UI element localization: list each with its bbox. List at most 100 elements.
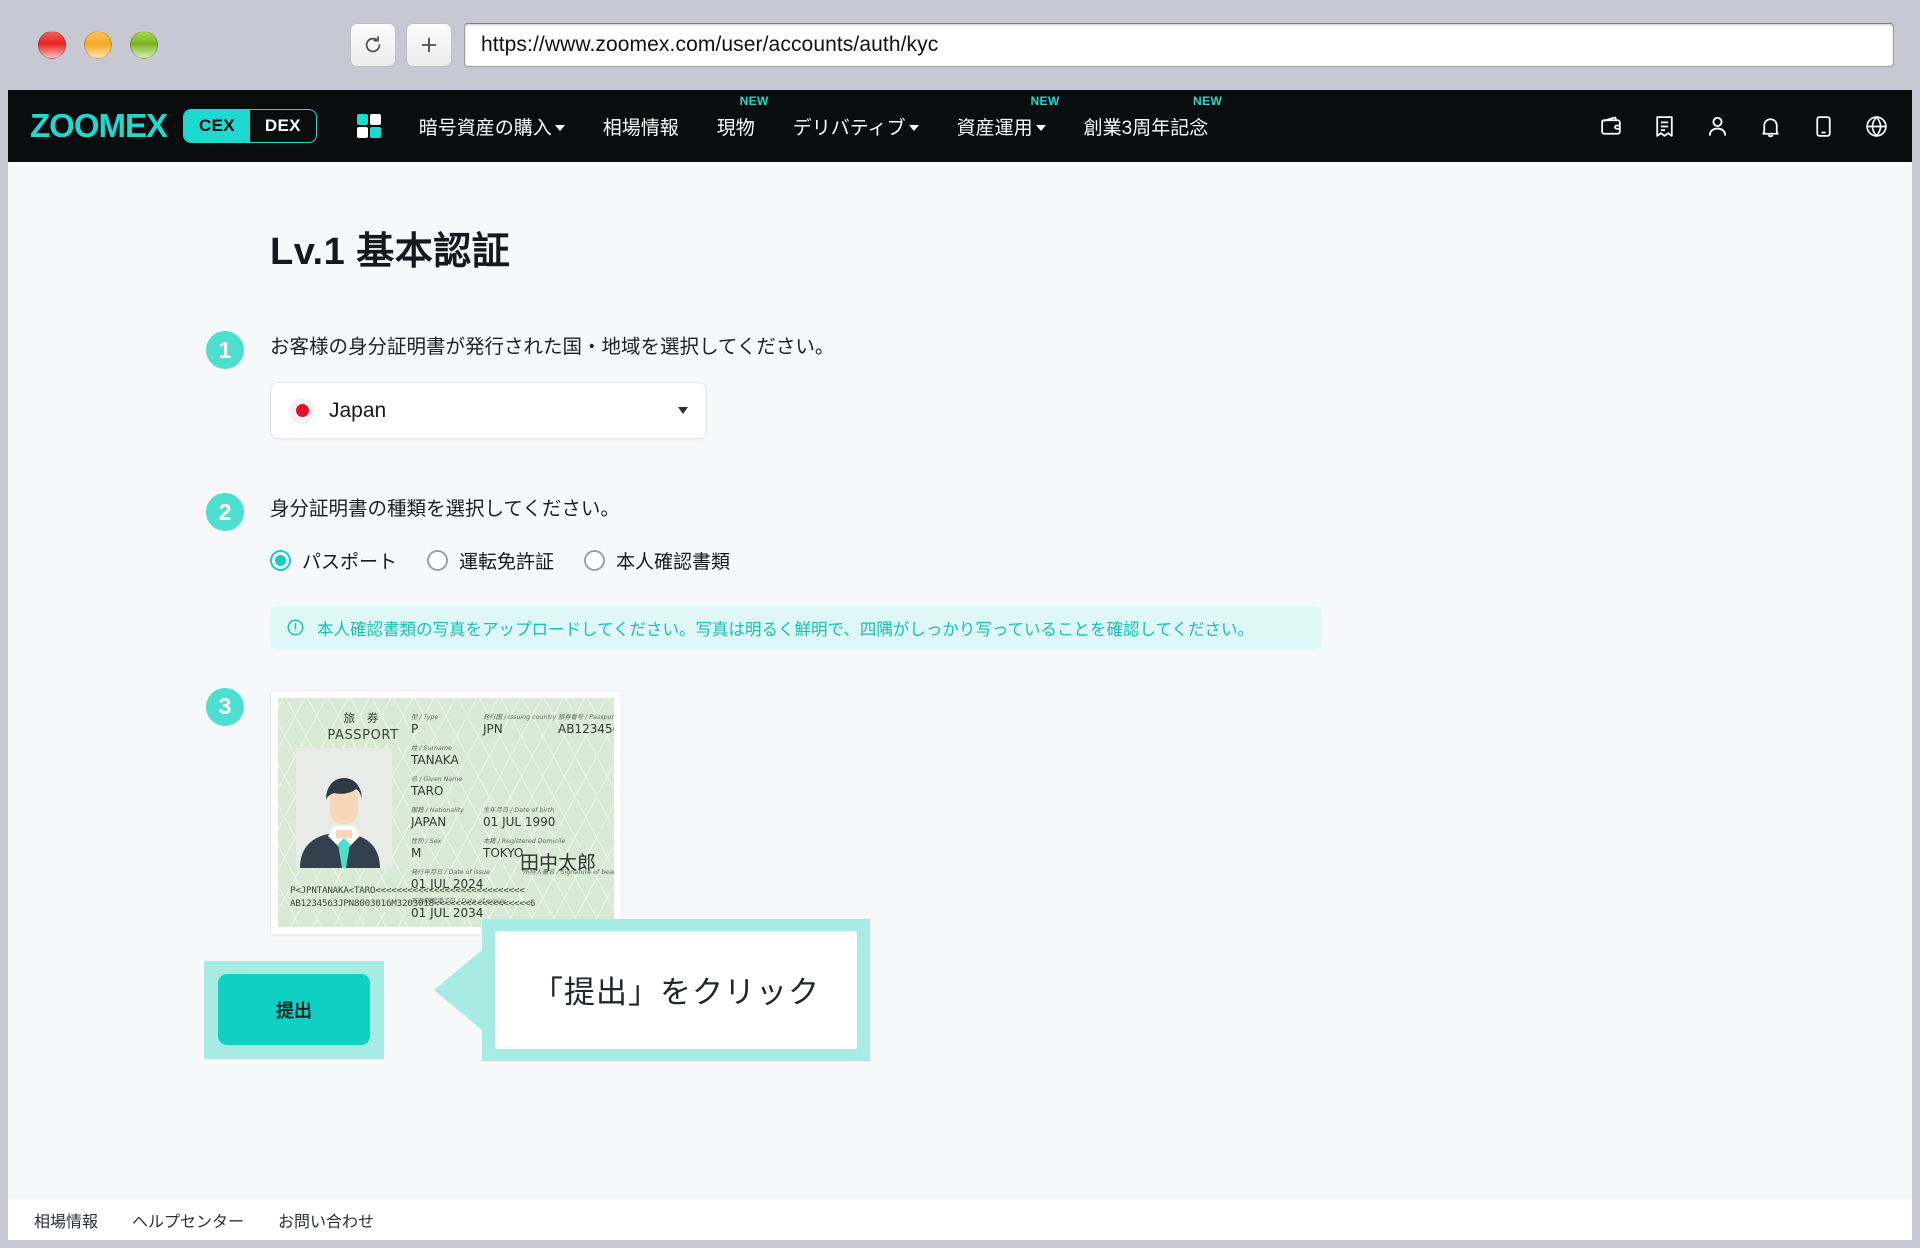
step-1-number: 1 [202, 327, 248, 373]
nav-item-anniversary[interactable]: 創業3周年記念 NEW [1083, 94, 1222, 146]
submit-highlight: 提出 [204, 960, 384, 1059]
nav-item-markets[interactable]: 相場情報 [603, 107, 679, 146]
passport-signature: 田中太郎 [519, 851, 596, 874]
new-badge: NEW [1030, 93, 1060, 108]
field-label: 姓 / Surname [411, 744, 452, 752]
cex-dex-toggle[interactable]: CEX DEX [183, 109, 317, 143]
field-label: 型 / Type [411, 713, 439, 721]
footer-link-contact[interactable]: お問い合わせ [278, 1208, 374, 1232]
jp-flag-icon [289, 397, 315, 424]
wallet-icon[interactable] [1598, 113, 1625, 140]
chevron-down-icon [1035, 124, 1046, 131]
nav-item-derivatives[interactable]: デリバティブ [793, 107, 919, 146]
reload-button[interactable] [350, 23, 396, 67]
step-3-number: 3 [202, 683, 248, 730]
passport-field-surname: 姓 / Surname TANAKA [411, 743, 459, 767]
logo-text: ZOOMEX [30, 107, 168, 144]
passport-title-en: PASSPORT [327, 727, 399, 743]
nav-label: 創業3周年記念 [1083, 117, 1209, 139]
browser-window: https://www.zoomex.com/user/accounts/aut… [0, 0, 1920, 1248]
field-value: JPN [483, 721, 503, 736]
passport-photo [296, 747, 392, 868]
passport-field-sex: 性別 / Sex M [411, 836, 441, 860]
main-content: Lv.1 基本認証 1 お客様の身分証明書が発行された国・地域を選択してください… [8, 162, 1912, 1240]
mrz-line-2: AB1234563JPN8003016M3203018<<<<<<<<<<<<<… [290, 898, 536, 910]
passport-field-nationality: 国籍 / Nationality JAPAN [411, 805, 464, 829]
footer-link-help[interactable]: ヘルプセンター [132, 1208, 244, 1232]
orders-icon[interactable] [1651, 113, 1678, 140]
field-value: AB123456 [558, 721, 614, 736]
radio-option-drivers-license[interactable]: 運転免許証 [427, 547, 554, 574]
browser-toolbar-buttons [350, 23, 452, 67]
bell-icon[interactable] [1757, 113, 1784, 140]
nav-item-spot[interactable]: 現物 NEW [716, 94, 769, 146]
submit-button[interactable]: 提出 [218, 974, 370, 1045]
callout-arrow [434, 949, 482, 1030]
maximize-window-button[interactable] [130, 31, 158, 59]
callout-text: 「提出」をクリック [495, 930, 857, 1049]
info-circle-icon [286, 618, 305, 637]
radio-option-id-document[interactable]: 本人確認書類 [584, 547, 730, 574]
submit-area: 提出 「提出」をクリック [204, 918, 1912, 1071]
nav-label: 資産運用 [956, 117, 1033, 139]
field-label: 生年月日 / Date of birth [483, 806, 555, 814]
field-label: 旅券番号 / Passport No. [558, 713, 614, 721]
new-badge: NEW [1193, 93, 1223, 108]
nav-item-buy-crypto[interactable]: 暗号資産の購入 [419, 107, 565, 146]
mobile-icon[interactable] [1810, 113, 1837, 140]
nav-label: 現物 [716, 117, 755, 139]
globe-icon[interactable] [1863, 113, 1890, 140]
site-header: ZOOMEX CEX DEX 暗号資産の購入 相場情報 現物 NEW デリバティ… [8, 90, 1912, 162]
upload-info-text: 本人確認書類の写真をアップロードしてください。写真は明るく鮮明で、四隅がしっかり… [317, 620, 1255, 639]
chevron-down-icon [554, 124, 565, 131]
footer-link-markets[interactable]: 相場情報 [34, 1208, 98, 1232]
step-2: 2 身分証明書の種類を選択してください。 パスポート 運転免許証 本人確認書類 … [202, 489, 1912, 650]
step-1-label: お客様の身分証明書が発行された国・地域を選択してください。 [270, 336, 835, 358]
page-title: Lv.1 基本認証 [270, 231, 511, 273]
site-footer: 相場情報 ヘルプセンター お問い合わせ [8, 1198, 1912, 1240]
new-tab-button[interactable] [406, 23, 452, 67]
apps-grid-icon[interactable] [356, 114, 381, 138]
close-window-button[interactable] [38, 31, 66, 59]
step-1: 1 お客様の身分証明書が発行された国・地域を選択してください。 Japan [202, 327, 1912, 440]
field-value: JAPAN [411, 814, 447, 829]
field-label: 発行年月日 / Date of issue [411, 868, 490, 876]
toggle-dex[interactable]: DEX [250, 110, 316, 142]
chevron-down-icon [908, 124, 919, 131]
nav-label: 暗号資産の購入 [418, 117, 552, 139]
field-label: 国籍 / Nationality [411, 806, 464, 814]
uploaded-document-preview[interactable]: 旅 券 PASSPORT 型 / Type P 発行国 / Issuing co… [270, 689, 622, 935]
nav-item-earn[interactable]: 資産運用 NEW [956, 94, 1060, 146]
mrz-line-1: P<JPNTANAKA<TARO<<<<<<<<<<<<<<<<<<<<<<<<… [290, 884, 525, 896]
kyc-form: Lv.1 基本認証 1 お客様の身分証明書が発行された国・地域を選択してください… [8, 220, 1912, 1071]
radio-option-passport[interactable]: パスポート [270, 547, 397, 574]
radio-label: 本人確認書類 [616, 551, 731, 573]
radio-mark[interactable] [270, 549, 291, 571]
step-2-number: 2 [202, 489, 248, 536]
passport-field-date-of-birth: 生年月日 / Date of birth 01 JUL 1990 [483, 805, 555, 829]
zoomex-logo[interactable]: ZOOMEX [30, 107, 168, 145]
field-label: 本籍 / Registered Domicile [483, 837, 566, 845]
radio-mark[interactable] [427, 549, 449, 571]
field-value: P [411, 721, 419, 736]
document-type-radio-group: パスポート 運転免許証 本人確認書類 [270, 547, 1912, 574]
user-icon[interactable] [1704, 113, 1731, 140]
field-value: M [411, 845, 422, 860]
country-select[interactable]: Japan [270, 382, 707, 440]
passport-mrz: P<JPNTANAKA<TARO<<<<<<<<<<<<<<<<<<<<<<<<… [290, 884, 535, 911]
address-bar[interactable]: https://www.zoomex.com/user/accounts/aut… [464, 23, 1894, 67]
minimize-window-button[interactable] [84, 31, 112, 59]
page-viewport: ZOOMEX CEX DEX 暗号資産の購入 相場情報 現物 NEW デリバティ… [8, 90, 1912, 1240]
radio-label: 運転免許証 [459, 551, 555, 573]
field-value: TANAKA [411, 752, 459, 767]
passport-title-jp: 旅 券 [343, 710, 383, 725]
instruction-callout: 「提出」をクリック [434, 918, 870, 1061]
radio-label: パスポート [302, 551, 398, 573]
passport-field-passport-no: 旅券番号 / Passport No. AB123456 [558, 712, 614, 736]
passport-image: 旅 券 PASSPORT 型 / Type P 発行国 / Issuing co… [278, 697, 614, 927]
toggle-cex[interactable]: CEX [184, 110, 250, 142]
radio-mark[interactable] [584, 549, 606, 571]
url-text: https://www.zoomex.com/user/accounts/aut… [481, 33, 939, 56]
nav-label: デリバティブ [792, 117, 906, 139]
step-2-label: 身分証明書の種類を選択してください。 [270, 498, 620, 521]
